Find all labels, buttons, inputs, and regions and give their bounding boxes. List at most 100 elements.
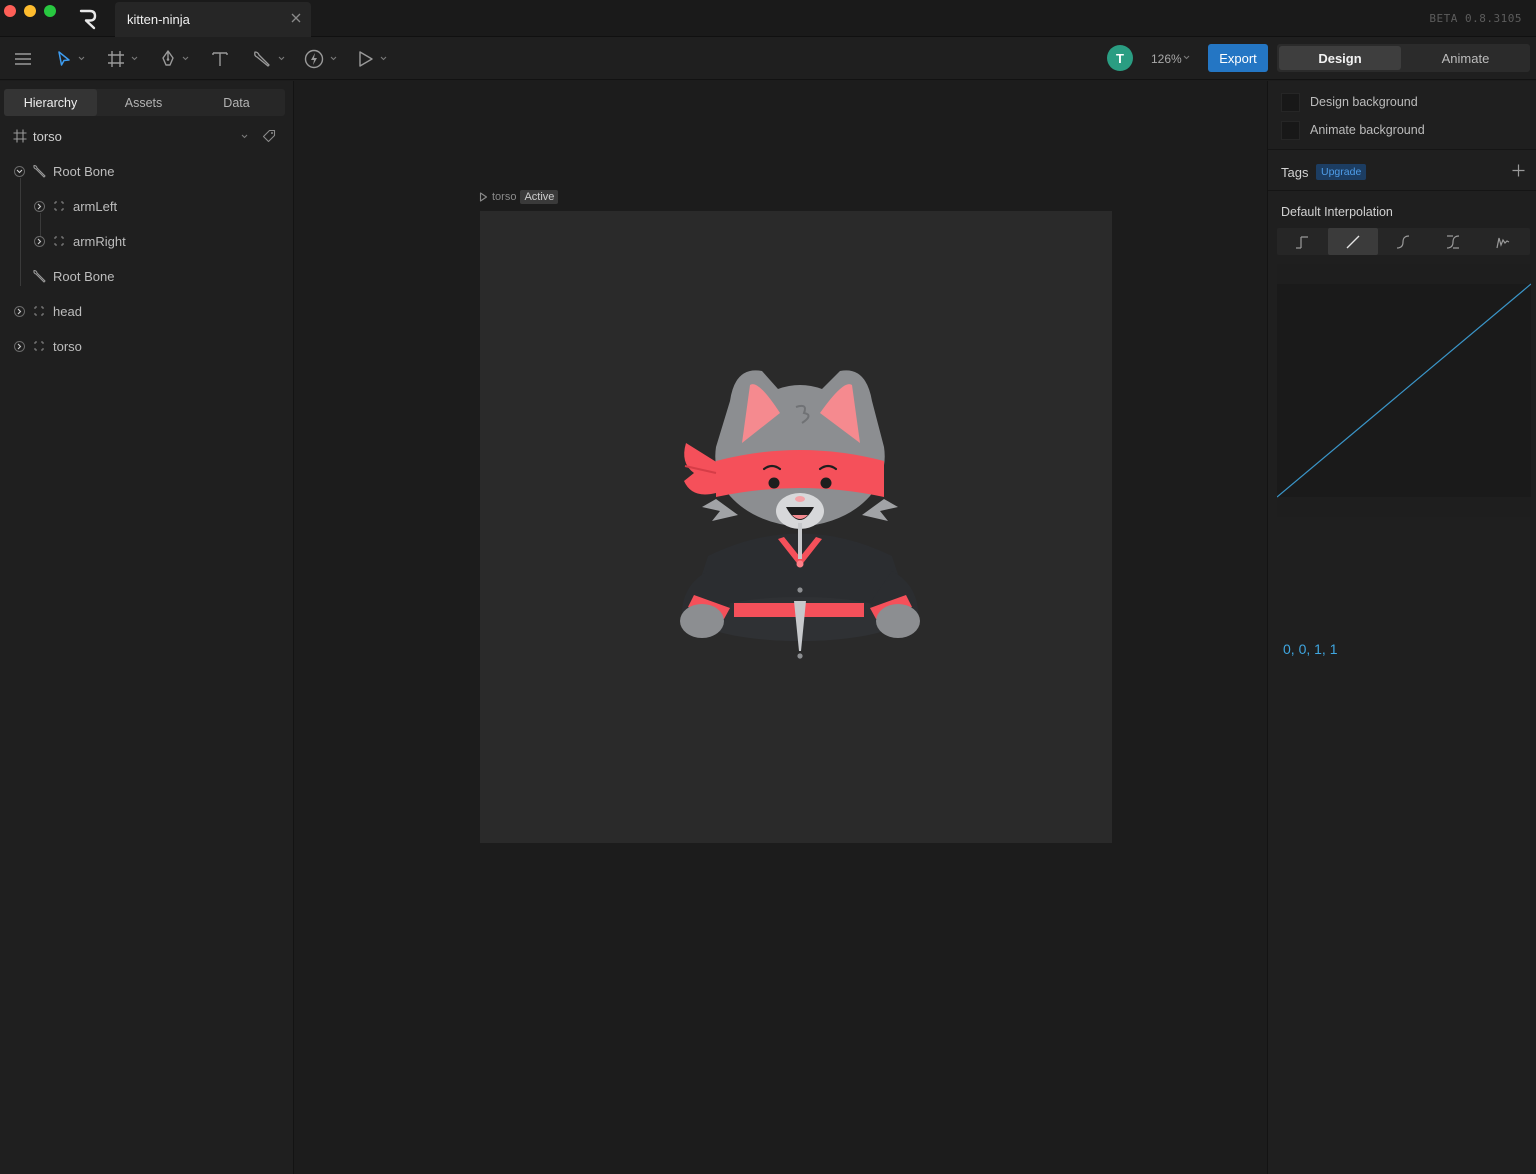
text-tool-icon <box>212 51 228 66</box>
select-tool-button[interactable] <box>56 37 85 80</box>
tree-item-armright[interactable]: armRight <box>34 230 126 252</box>
upgrade-badge[interactable]: Upgrade <box>1316 164 1367 180</box>
title-bar: kitten-ninja BETA 0.8.3105 <box>0 0 1536 37</box>
tree-item-label: torso <box>53 338 82 354</box>
bone-icon <box>33 164 46 178</box>
animate-background-label: Animate background <box>1310 123 1425 137</box>
cubic-interpolation-button[interactable] <box>1378 228 1428 255</box>
tree-guide-line <box>20 178 21 286</box>
interpolation-title: Default Interpolation <box>1281 205 1393 219</box>
user-avatar[interactable]: T <box>1107 45 1133 71</box>
chevron-right-icon <box>17 308 22 314</box>
rive-logo-icon[interactable] <box>78 8 98 30</box>
tab-assets[interactable]: Assets <box>97 89 190 116</box>
inspector-panel: Design background Animate background Tag… <box>1267 81 1536 1174</box>
expand-toggle[interactable] <box>14 165 25 177</box>
interpolation-curve <box>1276 264 1532 517</box>
tree-item-armleft[interactable]: armLeft <box>34 195 117 217</box>
interpolation-section: Default Interpolation 0, 0, 1, 1 <box>1268 192 1536 662</box>
bone-icon <box>33 269 46 283</box>
group-icon <box>34 306 44 316</box>
play-icon <box>479 192 488 202</box>
chevron-down-icon <box>278 56 285 61</box>
expand-toggle[interactable] <box>34 200 45 212</box>
tree-item-torso[interactable]: torso <box>14 335 82 357</box>
tags-label: Tags <box>1281 165 1309 180</box>
artboard-tool-icon <box>108 50 124 67</box>
tree-item-root-bone[interactable]: Root Bone <box>14 160 114 182</box>
tree-item-label: Root Bone <box>53 268 115 284</box>
export-button[interactable]: Export <box>1208 44 1268 72</box>
interpolation-curve-editor[interactable] <box>1276 264 1532 517</box>
hold-interpolation-icon <box>1296 235 1308 249</box>
cubic-interpolation-icon <box>1396 234 1410 249</box>
chevron-down-icon <box>330 56 337 61</box>
tree-item-label: armRight <box>73 233 126 249</box>
artboard[interactable] <box>480 211 1112 843</box>
cubic-handles-interpolation-icon <box>1446 234 1460 249</box>
animate-mode-tab[interactable]: Animate <box>1403 44 1528 72</box>
design-mode-tab[interactable]: Design <box>1279 46 1401 70</box>
chevron-down-icon[interactable] <box>1183 55 1190 60</box>
chevron-down-icon <box>131 56 138 61</box>
chevron-right-icon <box>17 343 22 349</box>
pen-tool-button[interactable] <box>160 37 189 80</box>
design-background-label: Design background <box>1310 95 1418 109</box>
tree-item-root-bone-2[interactable]: Root Bone <box>32 265 114 287</box>
play-tool-button[interactable] <box>358 37 387 80</box>
tab-hierarchy[interactable]: Hierarchy <box>4 89 97 116</box>
tree-item-head[interactable]: head <box>14 300 82 322</box>
text-tool-button[interactable] <box>211 37 229 80</box>
window-maximize-button[interactable] <box>44 5 56 17</box>
design-background-swatch[interactable] <box>1281 93 1300 112</box>
add-tag-plus-icon[interactable] <box>1512 164 1525 177</box>
bezier-values[interactable]: 0, 0, 1, 1 <box>1283 641 1337 657</box>
expand-toggle[interactable] <box>34 235 45 247</box>
select-tool-icon <box>58 50 70 66</box>
group-icon <box>54 236 64 246</box>
hierarchy-panel: Hierarchy Assets Data torso Root Bone ar… <box>0 81 294 1174</box>
interpolation-type-bar <box>1277 228 1530 255</box>
tree-item-label: armLeft <box>73 198 118 214</box>
chevron-right-icon <box>37 203 42 209</box>
expand-toggle[interactable] <box>14 340 25 352</box>
bone-tool-button[interactable] <box>252 37 285 80</box>
tab-title: kitten-ninja <box>127 12 190 27</box>
window-minimize-button[interactable] <box>24 5 36 17</box>
pen-tool-icon <box>162 49 174 66</box>
active-badge: Active <box>520 190 559 204</box>
tab-data[interactable]: Data <box>190 89 283 116</box>
tag-icon[interactable] <box>262 129 276 143</box>
tab-kitten-ninja[interactable]: kitten-ninja <box>115 2 311 37</box>
hold-interpolation-button[interactable] <box>1277 228 1327 255</box>
artboard-icon <box>13 129 27 143</box>
linear-interpolation-button[interactable] <box>1328 228 1378 255</box>
artboard-selector[interactable]: torso <box>12 127 282 147</box>
chevron-down-icon <box>16 169 23 173</box>
artboard-tool-button[interactable] <box>107 37 138 80</box>
window-close-button[interactable] <box>4 5 16 17</box>
panel-tabs: Hierarchy Assets Data <box>4 89 285 116</box>
constraint-tool-button[interactable] <box>304 37 337 80</box>
tree-item-label: Root Bone <box>53 163 115 179</box>
bone-tool-icon <box>254 50 270 67</box>
chevron-down-icon[interactable] <box>241 134 248 139</box>
group-icon <box>54 201 64 211</box>
mode-switch: Design Animate <box>1277 44 1530 72</box>
kitten-ninja-illustration[interactable] <box>480 211 1112 843</box>
group-icon <box>34 341 44 351</box>
background-section: Design background Animate background <box>1268 81 1536 150</box>
menu-button[interactable] <box>14 37 32 80</box>
zoom-level[interactable]: 126% <box>1151 52 1182 66</box>
animate-background-swatch[interactable] <box>1281 121 1300 140</box>
cubic-handles-interpolation-button[interactable] <box>1428 228 1478 255</box>
linear-interpolation-icon <box>1346 235 1360 248</box>
chevron-down-icon <box>380 56 387 61</box>
expand-toggle[interactable] <box>14 305 25 317</box>
version-label: BETA 0.8.3105 <box>1429 12 1522 25</box>
artboard-title-name: torso <box>492 191 517 203</box>
close-icon[interactable] <box>289 11 303 25</box>
tree-item-label: head <box>53 303 82 319</box>
elastic-interpolation-button[interactable] <box>1478 228 1528 255</box>
artboard-title[interactable]: torso Active <box>479 190 559 204</box>
